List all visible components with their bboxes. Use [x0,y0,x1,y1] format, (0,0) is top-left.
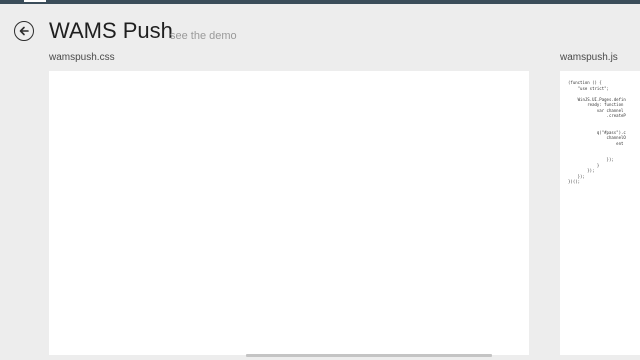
code-line: })(); [568,179,581,184]
css-code-panel[interactable] [49,71,529,355]
css-file-label: wamspush.css [49,52,115,63]
js-code-panel[interactable]: (function () { "use strict"; WinJS.UI.Pa… [560,71,640,355]
back-button[interactable] [14,21,34,41]
js-file-label: wamspush.js [560,52,618,63]
page-title: WAMS Push [49,18,173,43]
window-top-bar [0,0,640,4]
see-demo-link[interactable]: see the demo [170,29,237,43]
top-bar-accent [24,0,46,2]
horizontal-scrollbar[interactable] [246,354,492,357]
js-code-block: (function () { "use strict"; WinJS.UI.Pa… [560,71,640,185]
back-arrow-icon [19,26,29,36]
